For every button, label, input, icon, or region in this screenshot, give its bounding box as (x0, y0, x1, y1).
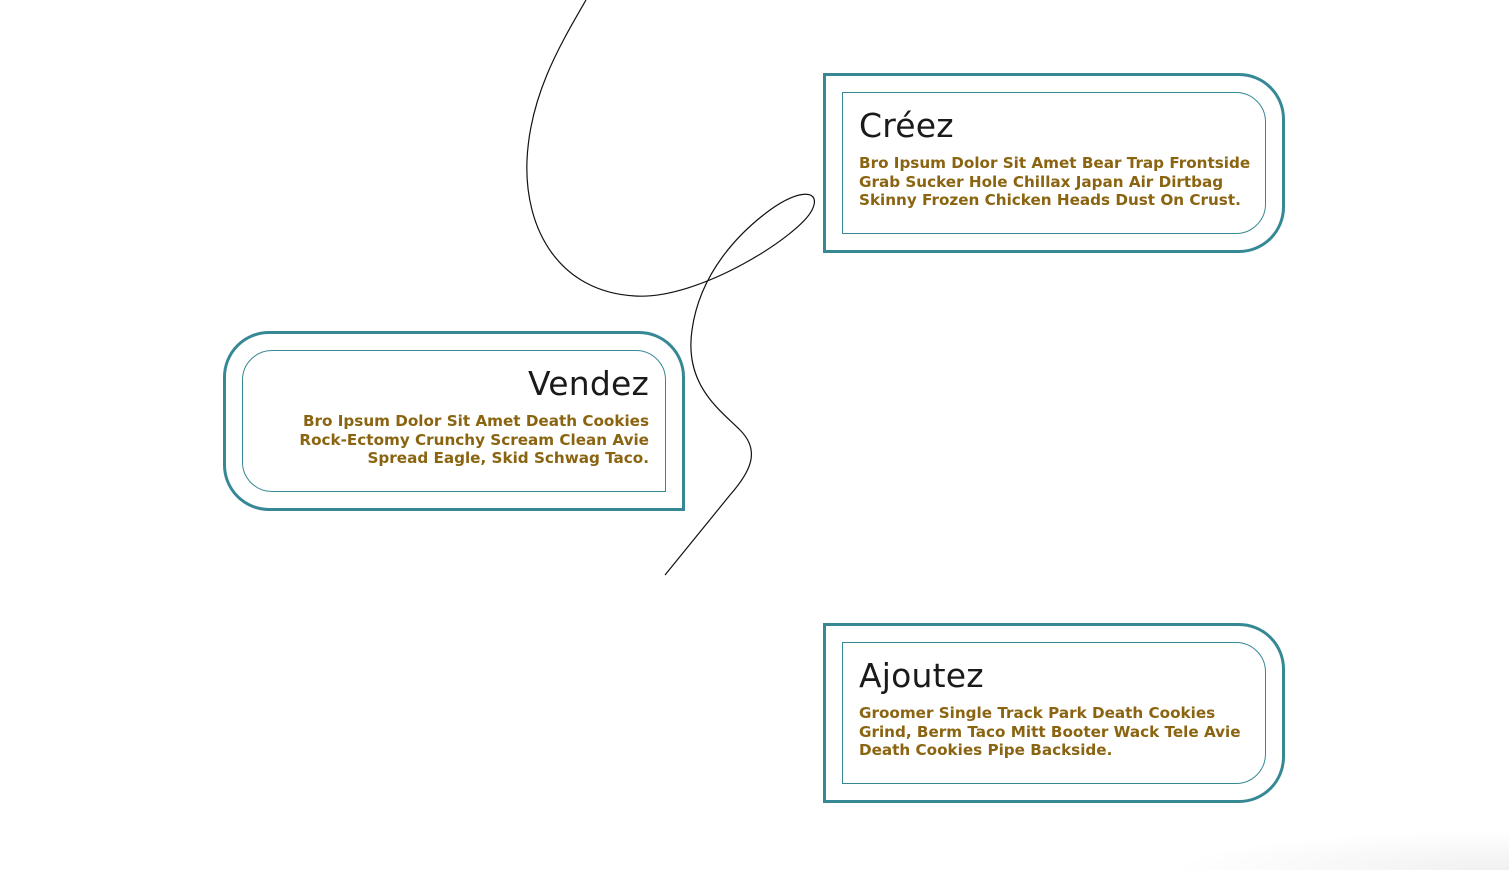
card-title: Ajoutez (859, 656, 984, 695)
card-description: Groomer Single Track Park Death Cookies … (859, 704, 1241, 759)
card-vendez: Vendez Bro Ipsum Dolor Sit Amet Death Co… (223, 331, 685, 511)
page-canvas: Créez Bro Ipsum Dolor Sit Amet Bear Trap… (0, 0, 1509, 870)
card-title: Créez (859, 106, 954, 145)
corner-shadow (1169, 830, 1509, 870)
card-creez: Créez Bro Ipsum Dolor Sit Amet Bear Trap… (823, 73, 1285, 253)
card-title: Vendez (527, 364, 649, 403)
card-ajoutez: Ajoutez Groomer Single Track Park Death … (823, 623, 1285, 803)
card-description: Bro Ipsum Dolor Sit Amet Death Cookies R… (299, 412, 649, 467)
card-description: Bro Ipsum Dolor Sit Amet Bear Trap Front… (859, 154, 1251, 209)
